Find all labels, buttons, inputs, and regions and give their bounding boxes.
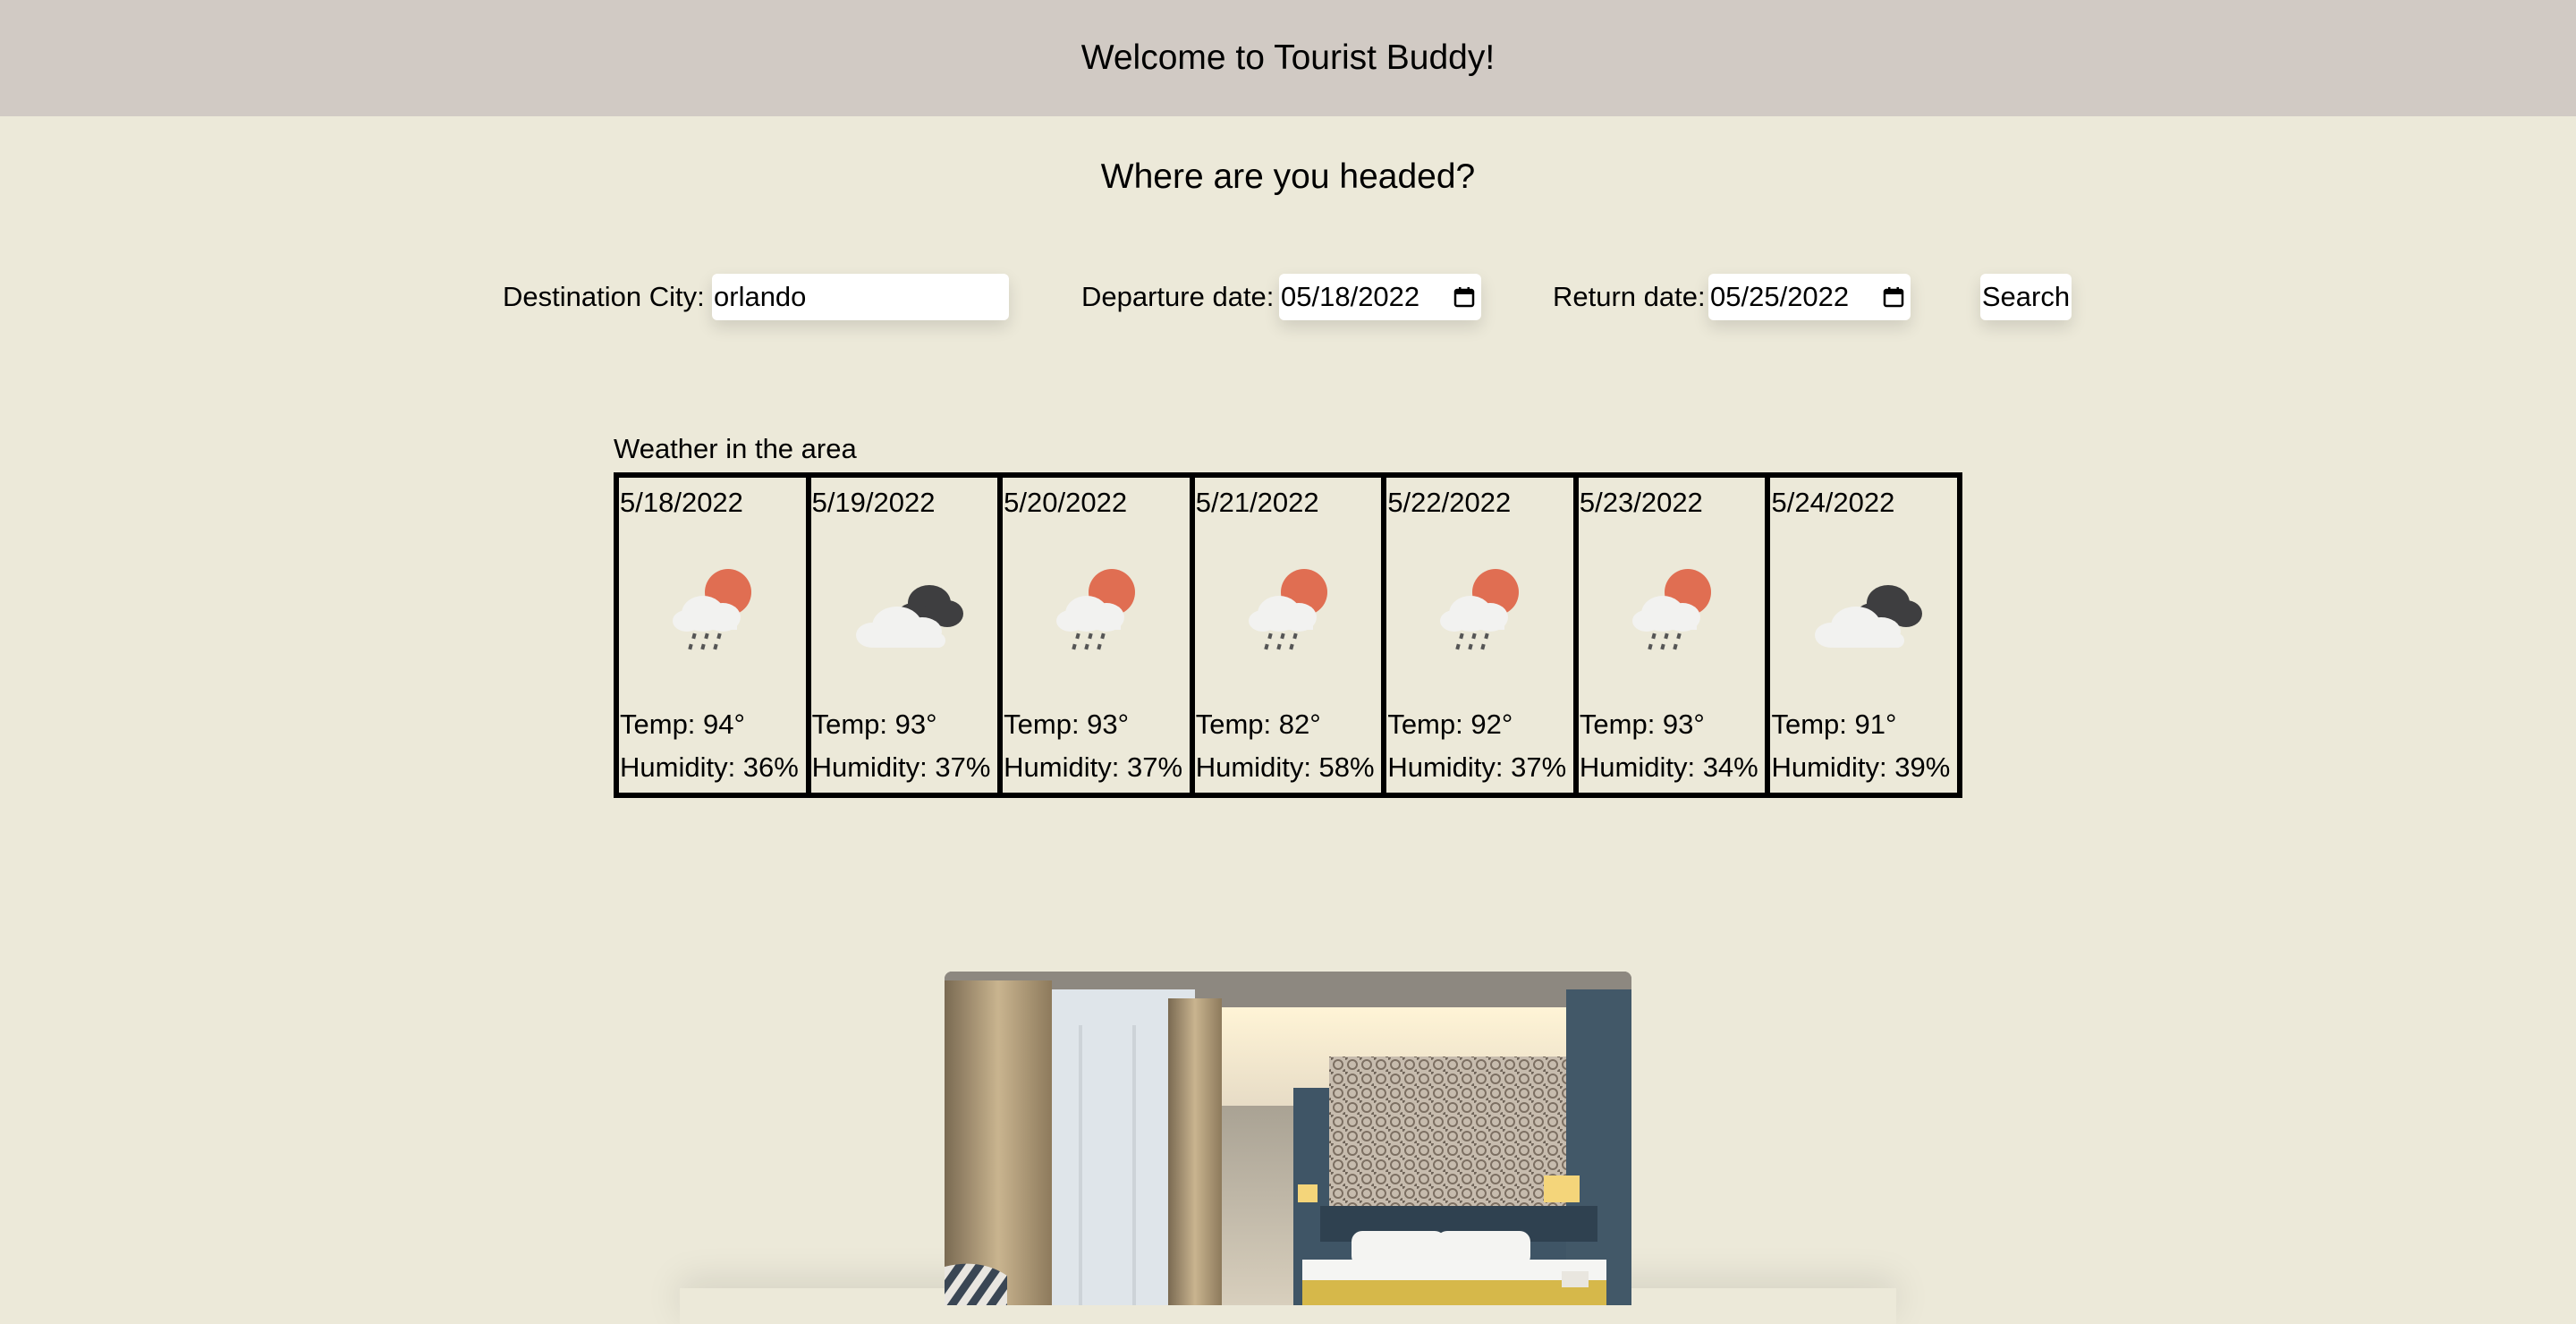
destination-label: Destination City: [503, 281, 705, 312]
app-title: Welcome to Tourist Buddy! [1080, 38, 1496, 77]
weather-day-card: 5/18/2022 Temp: 94° Humidity: 36% [614, 472, 811, 798]
weather-day-card: 5/21/2022 Temp: 82° Humidity: 58% [1189, 472, 1387, 798]
calendar-icon[interactable] [1453, 285, 1476, 309]
sun-rain-icon [1440, 569, 1520, 650]
forecast-humidity: Humidity: 36% [620, 751, 799, 783]
forecast-temp: Temp: 91° [1771, 709, 1897, 740]
return-label: Return date: [1553, 281, 1706, 312]
forecast-humidity: Humidity: 58% [1195, 751, 1375, 783]
return-date-input[interactable]: 05/25/2022 [1708, 274, 1911, 320]
search-form: Destination City: orlando Departure date… [0, 274, 2576, 320]
forecast-humidity: Humidity: 39% [1771, 751, 1951, 783]
forecast-humidity: Humidity: 34% [1579, 751, 1758, 783]
forecast-humidity: Humidity: 37% [811, 751, 991, 783]
sun-rain-icon [1248, 569, 1327, 650]
destination-value: orlando [714, 281, 807, 312]
weather-day-card: 5/20/2022 Temp: 93° Humidity: 37% [997, 472, 1195, 798]
cloudy-icon [855, 585, 963, 648]
hotel-room-photo [945, 972, 1631, 1305]
departure-label: Departure date: [1081, 281, 1275, 312]
forecast-date: 5/23/2022 [1579, 487, 1703, 518]
forecast-temp: Temp: 92° [1387, 709, 1513, 740]
forecast-date: 5/18/2022 [620, 487, 743, 518]
weather-day-card: 5/23/2022 Temp: 93° Humidity: 34% [1572, 472, 1771, 798]
departure-date-input[interactable]: 05/18/2022 [1279, 274, 1481, 320]
sun-rain-icon [673, 569, 751, 650]
search-button[interactable]: Search [1980, 274, 2072, 320]
forecast-date: 5/22/2022 [1387, 487, 1512, 518]
cloudy-icon [1815, 585, 1923, 648]
weather-forecast: 5/18/2022 Temp: 94° Humidity: 36% 5/19/2… [614, 472, 1963, 798]
departure-date-value: 05/18/2022 [1281, 281, 1420, 312]
return-date-value: 05/25/2022 [1710, 281, 1850, 312]
page-heading: Where are you headed? [1100, 157, 1476, 196]
forecast-temp: Temp: 82° [1195, 709, 1321, 740]
weather-day-card: 5/19/2022 Temp: 93° Humidity: 37% [805, 472, 1004, 798]
forecast-date: 5/24/2022 [1771, 487, 1895, 518]
forecast-humidity: Humidity: 37% [1004, 751, 1183, 783]
forecast-temp: Temp: 93° [1004, 709, 1130, 740]
forecast-temp: Temp: 93° [811, 709, 937, 740]
forecast-date: 5/19/2022 [811, 487, 936, 518]
forecast-temp: Temp: 93° [1579, 709, 1705, 740]
page-header: Welcome to Tourist Buddy! [0, 0, 2576, 116]
calendar-icon[interactable] [1882, 285, 1905, 309]
sun-rain-icon [1631, 569, 1711, 650]
forecast-date: 5/20/2022 [1004, 487, 1128, 518]
forecast-date: 5/21/2022 [1195, 487, 1319, 518]
forecast-humidity: Humidity: 37% [1387, 751, 1567, 783]
destination-input[interactable]: orlando [712, 274, 1009, 320]
sun-rain-icon [1056, 569, 1136, 650]
forecast-temp: Temp: 94° [620, 709, 745, 740]
weather-section-title: Weather in the area [614, 433, 857, 464]
hotel-room-image [945, 972, 1631, 1305]
weather-day-card: 5/24/2022 Temp: 91° Humidity: 39% [1765, 472, 1963, 798]
weather-day-card: 5/22/2022 Temp: 92° Humidity: 37% [1381, 472, 1579, 798]
